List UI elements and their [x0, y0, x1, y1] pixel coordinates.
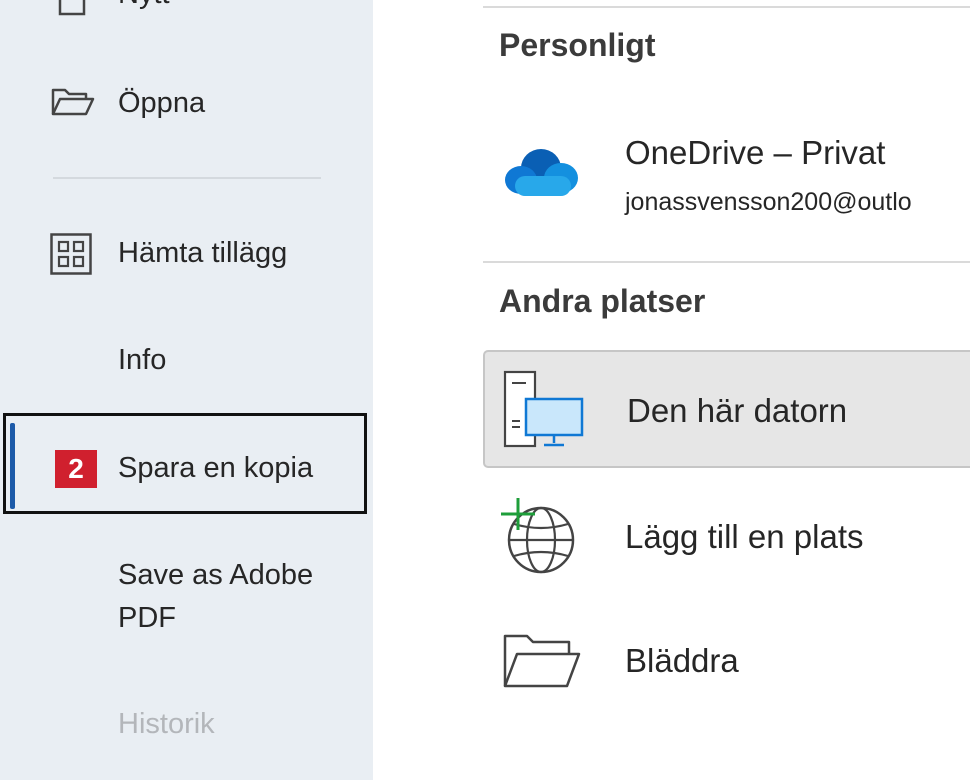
location-add-place[interactable]: Lägg till en plats — [483, 490, 970, 590]
location-onedrive[interactable]: OneDrive – Privat jonassvensson200@outlo — [483, 128, 970, 238]
sidebar-item-label: Info — [118, 344, 167, 376]
sidebar-divider — [53, 177, 321, 179]
location-this-pc[interactable]: Den här datorn — [483, 350, 970, 468]
folder-open-icon — [51, 88, 95, 116]
onedrive-title: OneDrive – Privat — [625, 134, 886, 171]
sidebar-item-label: Öppna — [118, 87, 206, 119]
sidebar-item-label: Nytt — [118, 0, 170, 11]
sidebar-item-label-line1: Save as Adobe — [118, 559, 314, 591]
sidebar-item-label: Hämta tillägg — [118, 237, 288, 269]
top-divider — [483, 6, 970, 8]
onedrive-cloud-icon — [505, 149, 578, 196]
sidebar-item-get-addins[interactable]: Hämta tillägg — [0, 232, 373, 276]
location-label: Den här datorn — [627, 392, 848, 429]
sidebar-item-label: Historik — [118, 708, 215, 740]
sidebar-item-save-copy[interactable]: Spara en kopia — [0, 448, 373, 492]
addins-grid-icon — [50, 233, 92, 275]
this-pc-icon — [503, 370, 584, 448]
sidebar-item-new[interactable]: Nytt — [0, 0, 373, 18]
add-place-globe-icon — [499, 498, 575, 574]
sidebar-item-label-line2: PDF — [118, 602, 176, 634]
new-document-icon — [58, 0, 86, 16]
location-label: Lägg till en plats — [625, 518, 864, 555]
sidebar-item-history: Historik — [0, 704, 373, 748]
sidebar-item-open[interactable]: Öppna — [0, 82, 373, 126]
sidebar-item-info[interactable]: Info — [0, 340, 373, 384]
backstage-sidebar: Nytt Öppna Hämta tillägg Info 2 Spara en… — [0, 0, 373, 780]
section-title-personal: Personligt — [499, 27, 656, 63]
browse-folder-icon — [503, 634, 581, 688]
sidebar-item-label: Spara en kopia — [118, 452, 314, 484]
sidebar-item-save-adobe-pdf[interactable]: Save as Adobe PDF — [0, 555, 373, 645]
section-title-other: Andra platser — [499, 283, 706, 319]
location-browse[interactable]: Bläddra — [483, 620, 970, 710]
section-divider — [483, 261, 970, 263]
onedrive-email: jonassvensson200@outlo — [625, 188, 912, 216]
location-label: Bläddra — [625, 642, 739, 679]
